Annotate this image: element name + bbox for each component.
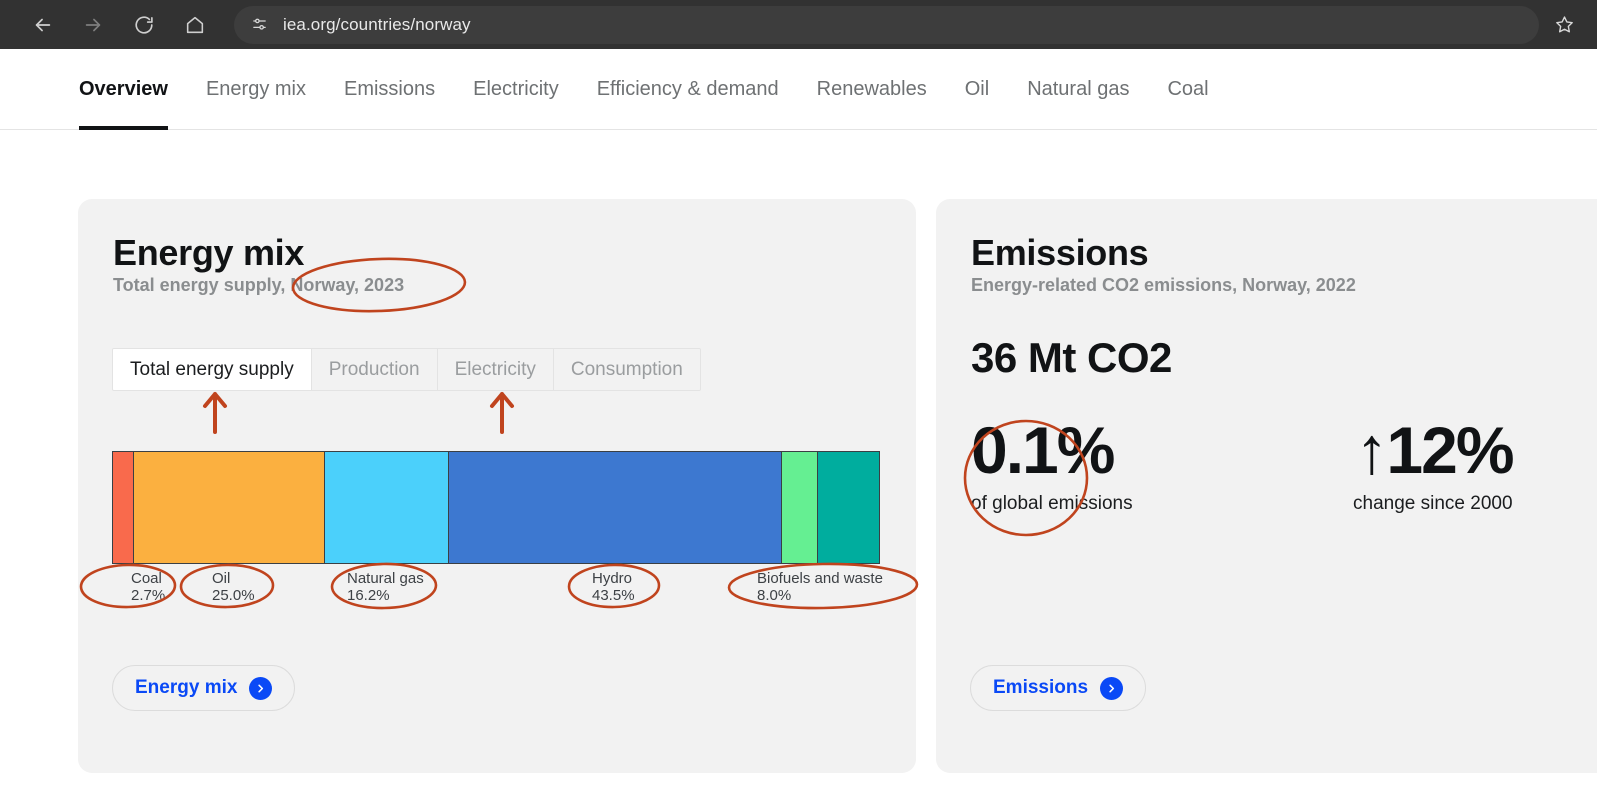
- bar-label-oil: Oil 25.0%: [212, 570, 255, 604]
- energy-mix-segmented-control: Total energy supply Production Electrici…: [112, 348, 701, 391]
- stat-change-since-2000: ↑ 12% change since 2000: [1353, 413, 1515, 515]
- bar-label-name: Biofuels and waste: [757, 570, 883, 587]
- bar-label-biofuels: Biofuels and waste 8.0%: [757, 570, 883, 604]
- emissions-card: Emissions Energy-related CO2 emissions, …: [936, 199, 1597, 773]
- stat-global-emissions-caption: of global emissions: [971, 493, 1133, 514]
- star-icon[interactable]: [1549, 10, 1579, 40]
- emissions-subtitle: Energy-related CO2 emissions, Norway, 20…: [971, 275, 1356, 295]
- bar-segment-oil[interactable]: [133, 452, 326, 563]
- bar-segment-coal[interactable]: [113, 452, 134, 563]
- back-icon[interactable]: [26, 8, 60, 42]
- bar-label-value: 2.7%: [131, 587, 166, 604]
- bar-label-value: 25.0%: [212, 587, 255, 604]
- bar-label-natural-gas: Natural gas 16.2%: [347, 570, 424, 604]
- tab-production[interactable]: Production: [311, 349, 438, 390]
- nav-tab-oil[interactable]: Oil: [965, 49, 989, 130]
- bar-label-name: Hydro: [592, 570, 633, 587]
- nav-tab-natural-gas[interactable]: Natural gas: [1027, 49, 1129, 130]
- bar-label-hydro: Hydro 43.5%: [592, 570, 635, 604]
- energy-mix-card: Energy mix Total energy supply, Norway, …: [78, 199, 916, 773]
- nav-tab-renewables[interactable]: Renewables: [817, 49, 927, 130]
- energy-mix-subtitle: Total energy supply, Norway, 2023: [113, 275, 405, 295]
- site-settings-icon[interactable]: [246, 12, 272, 38]
- emissions-total-value: 36 Mt CO2: [971, 334, 1172, 381]
- bar-segment-natural-gas[interactable]: [325, 452, 450, 563]
- forward-icon[interactable]: [76, 8, 110, 42]
- nav-tab-emissions[interactable]: Emissions: [344, 49, 435, 130]
- nav-tab-label: Electricity: [473, 78, 559, 100]
- bar-label-name: Oil: [212, 570, 231, 587]
- nav-tab-label: Overview: [79, 78, 168, 100]
- nav-tab-electricity[interactable]: Electricity: [473, 49, 559, 130]
- energy-mix-cta-label: Energy mix: [135, 677, 238, 698]
- tab-consumption[interactable]: Consumption: [553, 349, 700, 390]
- nav-tab-label: Energy mix: [205, 78, 306, 100]
- energy-mix-stacked-bar: [112, 451, 880, 564]
- tab-electricity[interactable]: Electricity: [437, 349, 554, 390]
- home-icon[interactable]: [178, 8, 212, 42]
- bar-segment-other-renewables[interactable]: [782, 452, 818, 563]
- chevron-right-circle-icon: [1100, 676, 1124, 700]
- nav-tab-energy-mix[interactable]: Energy mix: [206, 49, 306, 130]
- nav-tab-efficiency-demand[interactable]: Efficiency & demand: [597, 49, 779, 130]
- bar-label-value: 16.2%: [347, 587, 390, 604]
- nav-tab-label: Efficiency & demand: [596, 78, 779, 100]
- energy-mix-bar-labels: Coal 2.7% Oil 25.0% Natural gas 16.2% Hydro 43.…: [78, 570, 916, 620]
- bar-segment-hydro[interactable]: [449, 452, 783, 563]
- bar-label-name: Coal: [131, 570, 162, 587]
- energy-mix-title: Energy mix: [113, 232, 305, 273]
- chevron-right-circle-icon: [249, 676, 273, 700]
- stat-change-value: ↑ 12%: [1353, 413, 1514, 487]
- url-bar[interactable]: iea.org/countries/norway: [234, 5, 1539, 44]
- url-text: iea.org/countries/norway: [283, 14, 471, 34]
- bar-label-value: 43.5%: [592, 587, 635, 604]
- bar-segment-biofuels-and-waste[interactable]: [817, 452, 879, 563]
- stat-change-caption: change since 2000: [1353, 493, 1513, 514]
- nav-tab-label: Renewables: [816, 78, 927, 100]
- emissions-title: Emissions: [971, 232, 1149, 273]
- tab-total-energy-supply[interactable]: Total energy supply: [113, 349, 312, 390]
- nav-tab-label: Coal: [1167, 78, 1209, 100]
- bar-label-value: 8.0%: [757, 587, 792, 604]
- nav-tab-label: Oil: [964, 78, 990, 100]
- nav-tab-label: Emissions: [343, 78, 436, 100]
- stat-global-emissions: 0.1% of global emissions: [971, 415, 1133, 515]
- emissions-cta-label: Emissions: [993, 677, 1089, 698]
- browser-toolbar: iea.org/countries/norway: [0, 0, 1597, 49]
- emissions-cta-button[interactable]: Emissions: [970, 665, 1147, 711]
- bar-label-name: Natural gas: [347, 570, 424, 587]
- stat-change-number: 12%: [1386, 413, 1514, 487]
- arrow-up-icon: ↑: [1355, 413, 1388, 487]
- bar-label-coal: Coal 2.7%: [131, 570, 165, 604]
- reload-icon[interactable]: [127, 8, 161, 42]
- nav-tab-coal[interactable]: Coal: [1167, 49, 1208, 130]
- page-nav-tabs: Overview Energy mix Emissions Electricit…: [0, 49, 1597, 130]
- stat-global-emissions-value: 0.1%: [971, 413, 1115, 487]
- nav-tab-label: Natural gas: [1027, 78, 1130, 100]
- nav-tab-overview[interactable]: Overview: [79, 49, 168, 130]
- energy-mix-cta-button[interactable]: Energy mix: [112, 665, 296, 711]
